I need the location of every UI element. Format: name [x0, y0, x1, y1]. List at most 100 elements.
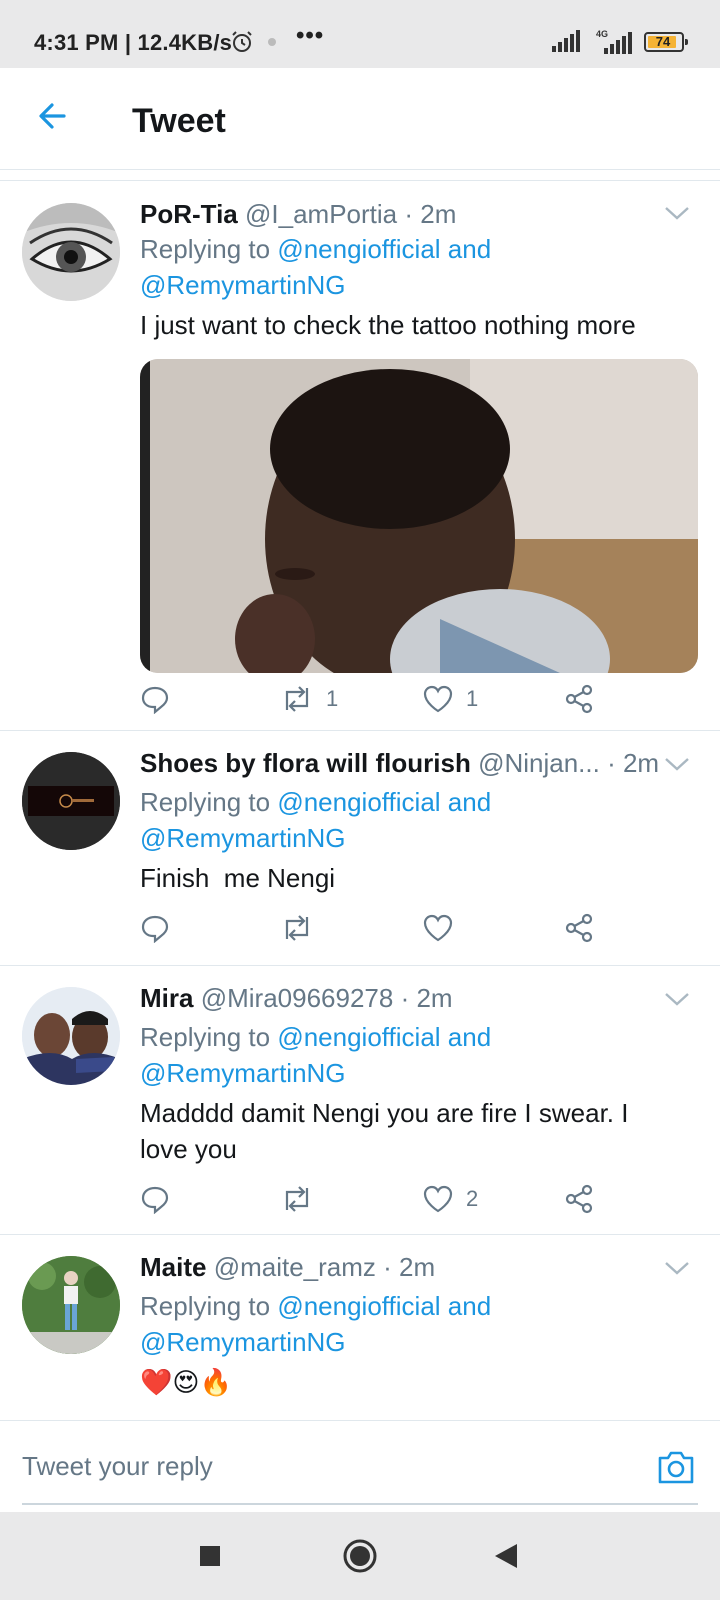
chevron-down-icon[interactable] — [664, 205, 690, 221]
mention-link[interactable]: @nengiofficial — [277, 1022, 440, 1052]
mention-link[interactable]: @RemymartinNG — [140, 823, 346, 853]
signal-4g-icon: 4G — [596, 29, 632, 54]
replying-to: Replying to @nengiofficial and @Remymart… — [140, 1019, 491, 1091]
back-button[interactable] — [466, 1512, 546, 1600]
retweet-button[interactable] — [280, 910, 314, 946]
tweet-text: I just want to check the tattoo nothing … — [140, 310, 636, 340]
retweet-button[interactable]: 1 — [280, 681, 338, 717]
reply-input[interactable]: Tweet your reply — [22, 1451, 213, 1482]
share-button[interactable] — [564, 1181, 594, 1217]
chevron-down-icon[interactable] — [664, 991, 690, 1007]
display-name[interactable]: Shoes by flora will flourish — [140, 748, 471, 778]
user-handle: @Ninjan... — [478, 748, 600, 778]
mention-link[interactable]: @nengiofficial — [277, 787, 440, 817]
tweet-header: Shoes by flora will flourish @Ninjan... … — [140, 748, 659, 779]
reply-button[interactable] — [140, 681, 170, 717]
mention-link[interactable]: @nengiofficial — [277, 1291, 440, 1321]
home-button[interactable] — [320, 1512, 400, 1600]
like-button[interactable]: 2 — [422, 1181, 478, 1217]
replying-to: Replying to @nengiofficial and @Remymart… — [140, 1288, 491, 1360]
avatar[interactable] — [22, 987, 120, 1085]
tweet-header: Mira @Mira09669278 · 2m — [140, 983, 453, 1014]
like-button[interactable]: 1 — [422, 681, 478, 717]
user-handle: @maite_ramz — [213, 1252, 376, 1282]
more-notifications-icon: ••• — [296, 22, 325, 49]
tweet-time: · 2m — [404, 199, 457, 229]
avatar[interactable] — [22, 203, 120, 301]
user-handle: @Mira09669278 — [200, 983, 394, 1013]
display-name[interactable]: Maite — [140, 1252, 206, 1282]
and-text: and — [447, 1022, 492, 1052]
tweet-item[interactable]: Mira @Mira09669278 · 2m Replying to @nen… — [0, 967, 720, 1235]
replying-label: Replying to — [140, 234, 271, 264]
share-button[interactable] — [564, 910, 594, 946]
tweet-item[interactable]: PoR-Tia @I_amPortia · 2m Replying to @ne… — [0, 181, 720, 731]
retweet-count: 1 — [326, 686, 339, 711]
and-text: and — [447, 234, 492, 264]
tweet-header: PoR-Tia @I_amPortia · 2m — [140, 199, 456, 230]
tweet-item[interactable]: Maite @maite_ramz · 2m Replying to @neng… — [0, 1236, 720, 1420]
reply-icon — [141, 1186, 169, 1214]
recents-button[interactable] — [170, 1512, 250, 1600]
tweet-image[interactable] — [140, 359, 698, 673]
display-name[interactable]: PoR-Tia — [140, 199, 238, 229]
share-icon — [565, 684, 593, 714]
tweet-text: ❤️😍🔥 — [140, 1367, 232, 1397]
status-time: 4:31 PM | 12.4KB/s — [34, 30, 233, 55]
retweet-icon — [285, 686, 309, 712]
notification-dot-icon — [268, 38, 276, 46]
square-icon — [200, 1546, 220, 1566]
retweet-icon — [285, 1186, 309, 1212]
tweet-text-line: love you — [140, 1134, 237, 1164]
mention-link[interactable]: @nengiofficial — [277, 234, 440, 264]
share-icon — [565, 913, 593, 943]
battery-icon: 74 — [644, 32, 688, 52]
circle-icon — [343, 1539, 377, 1573]
reply-button[interactable] — [140, 910, 170, 946]
heart-icon — [423, 1185, 453, 1213]
input-underline — [22, 1503, 698, 1505]
back-arrow-icon[interactable] — [34, 98, 70, 134]
tweet-actions — [140, 910, 620, 946]
signal-icon — [552, 30, 580, 52]
mention-link[interactable]: @RemymartinNG — [140, 270, 346, 300]
retweet-button[interactable] — [280, 1181, 314, 1217]
page-title: Tweet — [132, 102, 226, 140]
camera-icon[interactable] — [656, 1449, 696, 1485]
reply-list[interactable]: PoR-Tia @I_amPortia · 2m Replying to @ne… — [0, 180, 720, 1420]
replying-label: Replying to — [140, 1291, 271, 1321]
status-bar: 4:31 PM | 12.4KB/s ••• 4G 74 — [0, 0, 720, 68]
share-button[interactable] — [564, 681, 594, 717]
and-text: and — [447, 1291, 492, 1321]
avatar[interactable] — [22, 752, 120, 850]
tweet-time: · 2m — [400, 983, 453, 1013]
tweet-text: Finish me Nengi — [140, 863, 336, 893]
and-text: and — [447, 787, 492, 817]
replying-to: Replying to @nengiofficial and @Remymart… — [140, 231, 491, 303]
user-handle: @I_amPortia — [245, 199, 398, 229]
avatar[interactable] — [22, 1256, 120, 1354]
reply-icon — [141, 686, 169, 714]
tweet-header: Maite @maite_ramz · 2m — [140, 1252, 435, 1283]
replying-label: Replying to — [140, 787, 271, 817]
like-count: 2 — [466, 1186, 479, 1211]
display-name[interactable]: Mira — [140, 983, 193, 1013]
reply-button[interactable] — [140, 1181, 170, 1217]
replying-to: Replying to @nengiofficial and @Remymart… — [140, 784, 491, 856]
like-button[interactable] — [422, 910, 454, 946]
reply-composer: Tweet your reply — [0, 1420, 720, 1512]
mention-link[interactable]: @RemymartinNG — [140, 1058, 346, 1088]
tweet-time: · 2m — [607, 748, 660, 778]
tweet-item[interactable]: Shoes by flora will flourish @Ninjan... … — [0, 732, 720, 966]
replying-label: Replying to — [140, 1022, 271, 1052]
triangle-back-icon — [495, 1544, 517, 1568]
tweet-text-line: Madddd damit Nengi you are fire I swear.… — [140, 1098, 629, 1128]
retweet-icon — [285, 915, 309, 941]
chevron-down-icon[interactable] — [664, 1260, 690, 1276]
like-count: 1 — [466, 686, 479, 711]
alarm-icon — [232, 31, 252, 52]
top-bar: Tweet — [0, 68, 720, 170]
chevron-down-icon[interactable] — [664, 756, 690, 772]
mention-link[interactable]: @RemymartinNG — [140, 1327, 346, 1357]
tweet-text: Madddd damit Nengi you are fire I swear.… — [140, 1095, 700, 1167]
